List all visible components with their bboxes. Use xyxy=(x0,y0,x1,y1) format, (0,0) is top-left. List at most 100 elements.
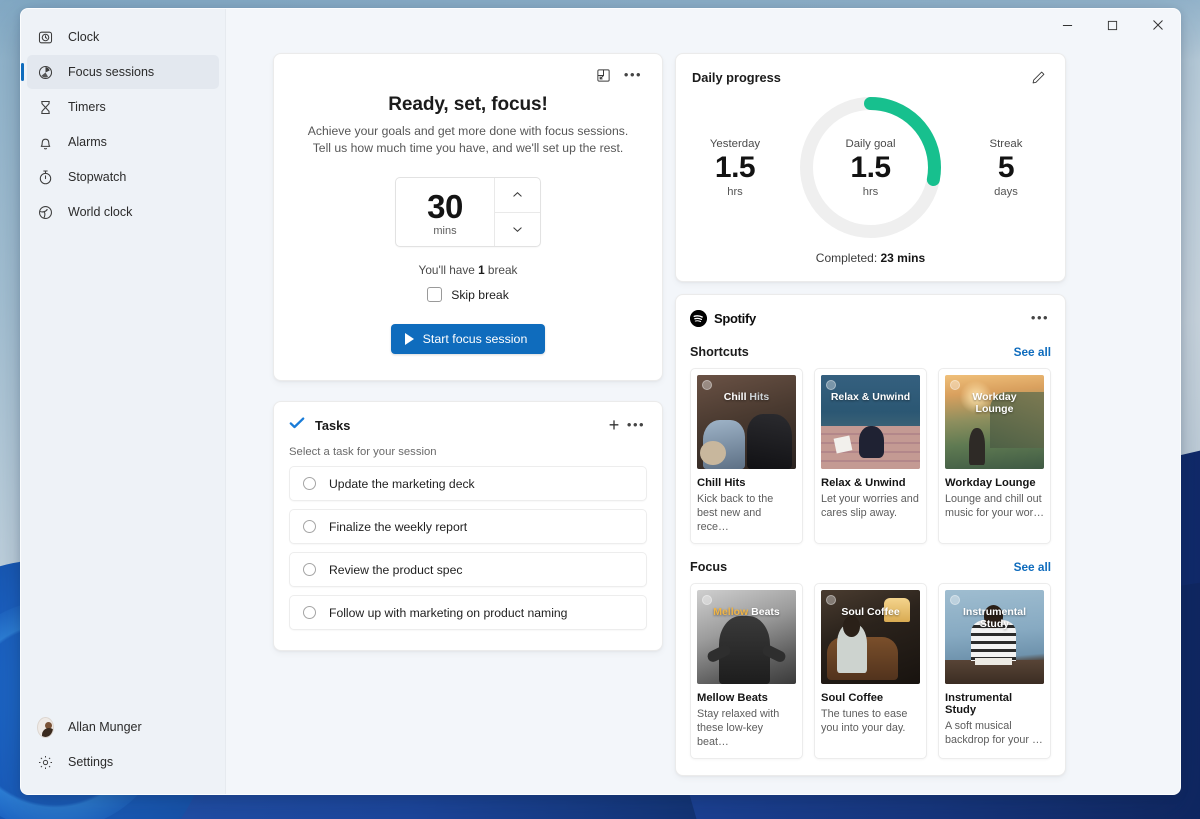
navigation-sidebar: Clock Focus sessions Timers xyxy=(21,9,226,794)
playlist-description: The tunes to ease you into your day. xyxy=(821,707,920,735)
art-title: Mellow Beats xyxy=(697,606,796,618)
spotify-brand-label: Spotify xyxy=(714,311,756,326)
section-title-shortcuts: Shortcuts xyxy=(690,345,749,359)
sidebar-item-world-clock[interactable]: World clock xyxy=(27,195,219,229)
hourglass-icon xyxy=(37,99,54,116)
right-column: Daily progress Yesterday 1.5 hrs xyxy=(675,53,1066,776)
sidebar-item-label: World clock xyxy=(68,205,132,219)
album-art: Chill Hits xyxy=(697,375,796,469)
playlist-name: Chill Hits xyxy=(697,477,796,489)
shortcuts-tiles: Chill Hits Chill Hits Kick back to the b… xyxy=(690,368,1051,544)
break-prefix: You'll have xyxy=(419,263,479,277)
spotify-brand: Spotify xyxy=(690,310,756,327)
task-radio[interactable] xyxy=(303,563,316,576)
playlist-name: Instrumental Study xyxy=(945,692,1044,716)
add-task-icon[interactable]: + xyxy=(603,418,625,432)
section-title-focus: Focus xyxy=(690,560,727,574)
settings-label: Settings xyxy=(68,755,113,769)
playlist-description: Lounge and chill out music for your wor… xyxy=(945,492,1044,520)
playlist-description: Kick back to the best new and rece… xyxy=(697,492,796,534)
task-row[interactable]: Finalize the weekly report xyxy=(289,509,647,544)
break-info: You'll have 1 break xyxy=(292,263,644,277)
pop-out-icon[interactable] xyxy=(592,64,614,86)
stat-label: Yesterday xyxy=(698,138,772,150)
task-label: Review the product spec xyxy=(329,563,462,577)
playlist-tile[interactable]: Relax & Unwind Relax & Unwind Let your w… xyxy=(814,368,927,544)
task-label: Follow up with marketing on product nami… xyxy=(329,606,567,620)
duration-stepper-wrap: 30 mins xyxy=(292,177,644,247)
art-title: Chill Hits xyxy=(697,391,796,403)
more-options-icon[interactable]: ••• xyxy=(622,64,644,86)
duration-stepper[interactable]: 30 mins xyxy=(395,177,541,247)
tasks-title: Tasks xyxy=(315,418,350,433)
minimize-button[interactable] xyxy=(1045,9,1090,41)
art-title: WorkdayLounge xyxy=(945,391,1044,415)
task-label: Update the marketing deck xyxy=(329,477,475,491)
clock-icon xyxy=(37,29,54,46)
album-art: WorkdayLounge xyxy=(945,375,1044,469)
spotify-card: Spotify ••• Shortcuts See all xyxy=(675,294,1066,776)
task-radio[interactable] xyxy=(303,606,316,619)
skip-break-checkbox[interactable] xyxy=(427,287,442,302)
more-options-icon[interactable]: ••• xyxy=(1029,307,1051,329)
playlist-tile[interactable]: Chill Hits Chill Hits Kick back to the b… xyxy=(690,368,803,544)
stat-value: 5 xyxy=(969,150,1043,186)
focus-tiles: Mellow Beats Mellow Beats Stay relaxed w… xyxy=(690,583,1051,759)
daily-progress-card: Daily progress Yesterday 1.5 hrs xyxy=(675,53,1066,282)
chevron-up-icon[interactable] xyxy=(495,178,540,212)
gear-icon xyxy=(37,754,54,771)
daily-progress-title: Daily progress xyxy=(692,70,781,85)
globe-icon xyxy=(37,204,54,221)
see-all-focus-link[interactable]: See all xyxy=(1014,560,1051,574)
window-controls xyxy=(1045,9,1180,41)
sidebar-item-timers[interactable]: Timers xyxy=(27,90,219,124)
pencil-edit-icon[interactable] xyxy=(1027,66,1049,88)
art-badge-icon xyxy=(702,595,712,605)
art-title: Soul Coffee xyxy=(821,606,920,618)
start-button-label: Start focus session xyxy=(423,332,528,346)
tasks-card: Tasks + ••• Select a task for your sessi… xyxy=(273,401,663,651)
task-row[interactable]: Update the marketing deck xyxy=(289,466,647,501)
sidebar-item-label: Timers xyxy=(68,100,106,114)
sidebar-item-alarms[interactable]: Alarms xyxy=(27,125,219,159)
start-focus-session-button[interactable]: Start focus session xyxy=(391,324,546,354)
skip-break-row[interactable]: Skip break xyxy=(292,287,644,302)
stopwatch-icon xyxy=(37,169,54,186)
chevron-down-icon[interactable] xyxy=(495,212,540,247)
nav-list: Clock Focus sessions Timers xyxy=(21,19,225,230)
ring-label: Daily goal xyxy=(845,138,895,150)
art-badge-icon xyxy=(950,380,960,390)
duration-display[interactable]: 30 mins xyxy=(396,178,494,246)
sidebar-item-focus-sessions[interactable]: Focus sessions xyxy=(27,55,219,89)
ring-value: 1.5 xyxy=(850,150,890,186)
playlist-tile[interactable]: InstrumentalStudy Instrumental Study A s… xyxy=(938,583,1051,759)
sidebar-item-label: Stopwatch xyxy=(68,170,126,184)
sidebar-item-account[interactable]: Allan Munger xyxy=(27,710,219,744)
stat-unit: days xyxy=(969,186,1043,198)
playlist-description: Stay relaxed with these low-key beat… xyxy=(697,707,796,749)
clock-app-window: Clock Focus sessions Timers xyxy=(20,8,1181,795)
stat-unit: hrs xyxy=(698,186,772,198)
playlist-tile[interactable]: Mellow Beats Mellow Beats Stay relaxed w… xyxy=(690,583,803,759)
playlist-name: Workday Lounge xyxy=(945,477,1044,489)
task-row[interactable]: Follow up with marketing on product nami… xyxy=(289,595,647,630)
close-button[interactable] xyxy=(1135,9,1180,41)
sidebar-item-settings[interactable]: Settings xyxy=(27,745,219,779)
playlist-tile[interactable]: WorkdayLounge Workday Lounge Lounge and … xyxy=(938,368,1051,544)
completed-label: Completed: xyxy=(816,251,877,265)
focus-session-card: ••• Ready, set, focus! Achieve your goal… xyxy=(273,53,663,381)
task-row[interactable]: Review the product spec xyxy=(289,552,647,587)
more-options-icon[interactable]: ••• xyxy=(625,414,647,436)
maximize-button[interactable] xyxy=(1090,9,1135,41)
sidebar-item-clock[interactable]: Clock xyxy=(27,20,219,54)
task-radio[interactable] xyxy=(303,520,316,533)
sidebar-item-label: Focus sessions xyxy=(68,65,154,79)
playlist-name: Mellow Beats xyxy=(697,692,796,704)
play-icon xyxy=(405,333,414,345)
playlist-tile[interactable]: Soul Coffee Soul Coffee The tunes to eas… xyxy=(814,583,927,759)
playlist-name: Relax & Unwind xyxy=(821,477,920,489)
see-all-shortcuts-link[interactable]: See all xyxy=(1014,345,1051,359)
sidebar-item-stopwatch[interactable]: Stopwatch xyxy=(27,160,219,194)
skip-break-label: Skip break xyxy=(451,288,509,302)
task-radio[interactable] xyxy=(303,477,316,490)
